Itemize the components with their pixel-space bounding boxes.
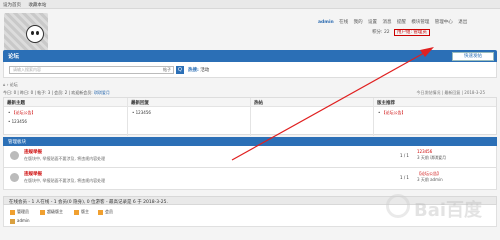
forum-name[interactable]: 违规举报 xyxy=(24,171,42,177)
list-item[interactable]: • 【论坛公告】 xyxy=(4,107,127,116)
set-homepage-link[interactable]: 设为首页 xyxy=(3,3,21,8)
list-item[interactable]: • 123456 xyxy=(4,116,127,125)
user-item[interactable]: 消息 xyxy=(382,20,391,25)
admin-group-icon xyxy=(10,209,15,215)
forum-nav: 论坛 快速发帖 xyxy=(3,50,497,62)
super-mod-icon xyxy=(40,209,45,215)
bookmark-link[interactable]: 收藏本站 xyxy=(28,3,46,8)
list-item[interactable]: • 123456 xyxy=(128,107,250,116)
credit-text[interactable]: 积分: 22 xyxy=(372,30,390,35)
search-input[interactable]: 请输入搜索内容 帖子 xyxy=(9,66,174,74)
forum-last-post: 123456 3 天前 琪琪爱月 xyxy=(417,149,446,161)
hot-posts-col: 热帖 xyxy=(251,98,374,136)
online-user[interactable]: admin xyxy=(10,218,30,224)
legend-item: 版主 xyxy=(74,209,89,215)
section-title[interactable]: 管理板块 xyxy=(8,139,26,145)
user-group-badge[interactable]: 用户组: 管理员 xyxy=(393,29,430,36)
forum-stats: 今日: 0 | 昨日: 0 | 帖子: 3 | 会员: 2 | 欢迎新会员: 琪… xyxy=(3,90,110,96)
latest-topics-col: 最新主题 • 【论坛公告】 • 123456 xyxy=(4,98,128,136)
user-icon xyxy=(10,218,15,224)
legend-item: 管理员 xyxy=(10,209,29,215)
legend-item: 会员 xyxy=(98,209,113,215)
forum-desc: 在版块中, 举报贴面不要涉及, 将违规内容处理 xyxy=(24,156,106,161)
list-item[interactable]: • 【论坛公告】 xyxy=(374,107,496,116)
hot-label: 热搜: xyxy=(188,68,199,73)
user-item[interactable]: 提醒 xyxy=(397,20,406,25)
hot-item-link[interactable]: 活动 xyxy=(200,68,209,73)
col-head: 最新主题 xyxy=(4,98,127,107)
user-item[interactable]: 在线 xyxy=(339,20,348,25)
col-head: 版主推荐 xyxy=(374,98,496,107)
watermark-text: Bai百度 xyxy=(414,200,483,221)
user-info: 积分: 22 用户组: 管理员 xyxy=(372,29,430,36)
col-head: 最新回复 xyxy=(128,98,250,107)
search-scope-select[interactable]: 帖子 xyxy=(163,67,171,73)
new-member-link[interactable]: 琪琪爱月 xyxy=(94,90,110,95)
avatar-icon xyxy=(26,25,44,43)
col-head: 热帖 xyxy=(251,98,373,107)
home-icon[interactable]: ⌂ xyxy=(3,82,6,87)
recommended-col: 版主推荐 • 【论坛公告】 xyxy=(374,98,496,136)
breadcrumb: ⌂ › 论坛 xyxy=(3,82,18,87)
member-icon xyxy=(98,209,103,215)
hot-search: 热搜: 活动 xyxy=(188,67,209,73)
stats-links[interactable]: 今日发帖情况 | 最新回复 | 2018-3-25 xyxy=(417,90,485,96)
breadcrumb-item[interactable]: 论坛 xyxy=(10,82,18,87)
stats-text: 今日: 0 | 昨日: 0 | 帖子: 3 | 会员: 2 | 欢迎新会员: xyxy=(3,90,93,95)
watermark: Bai百度 xyxy=(378,190,496,228)
forum-icon xyxy=(10,173,19,182)
last-post-meta: 3 天前 琪琪爱月 xyxy=(417,155,447,160)
forum-last-post: 【论坛公告】 3 天前 admin xyxy=(417,171,443,183)
forum-count: 1 / 1 xyxy=(400,175,409,180)
top-links: 设为首页 收藏本站 xyxy=(3,2,52,8)
forum-row[interactable]: 违规举报 在版块中, 举报贴面不要涉及, 将违规内容处理 1 / 1 【论坛公告… xyxy=(3,168,497,190)
latest-replies-col: 最新回复 • 123456 xyxy=(128,98,251,136)
logout-link[interactable]: 退出 xyxy=(458,20,467,25)
search-bar: 请输入搜索内容 帖子 Q 热搜: 活动 xyxy=(3,62,497,78)
forum-name[interactable]: 违规举报 xyxy=(24,149,42,155)
quick-post-button[interactable]: 快速发帖 xyxy=(452,51,494,61)
section-header: 管理板块 xyxy=(3,137,497,146)
user-item[interactable]: 我的 xyxy=(354,20,363,25)
topic-table: 最新主题 • 【论坛公告】 • 123456 最新回复 • 123456 热帖 … xyxy=(3,97,497,136)
site-logo[interactable] xyxy=(4,13,48,55)
user-item[interactable]: 设置 xyxy=(368,20,377,25)
forum-desc: 在版块中, 举报贴面不要涉及, 将违规内容处理 xyxy=(24,178,106,183)
last-post-meta: 3 天前 admin xyxy=(417,177,443,182)
user-item[interactable]: 管理中心 xyxy=(435,20,453,25)
top-bar: 设为首页 收藏本站 xyxy=(0,0,500,9)
user-item[interactable]: 模块管理 xyxy=(411,20,429,25)
paw-icon xyxy=(386,194,410,218)
forum-icon xyxy=(10,151,19,160)
username-link[interactable]: admin xyxy=(318,20,334,25)
nav-title[interactable]: 论坛 xyxy=(8,52,19,60)
legend-item: 超级版主 xyxy=(40,209,63,215)
forum-row[interactable]: 违规举报 在版块中, 举报贴面不要涉及, 将违规内容处理 1 / 1 12345… xyxy=(3,146,497,168)
mod-icon xyxy=(74,209,79,215)
search-button[interactable]: Q xyxy=(176,66,184,74)
user-bar: admin 在线 我的 设置 消息 提醒 模块管理 管理中心 退出 xyxy=(318,19,471,25)
forum-count: 1 / 1 xyxy=(400,153,409,158)
